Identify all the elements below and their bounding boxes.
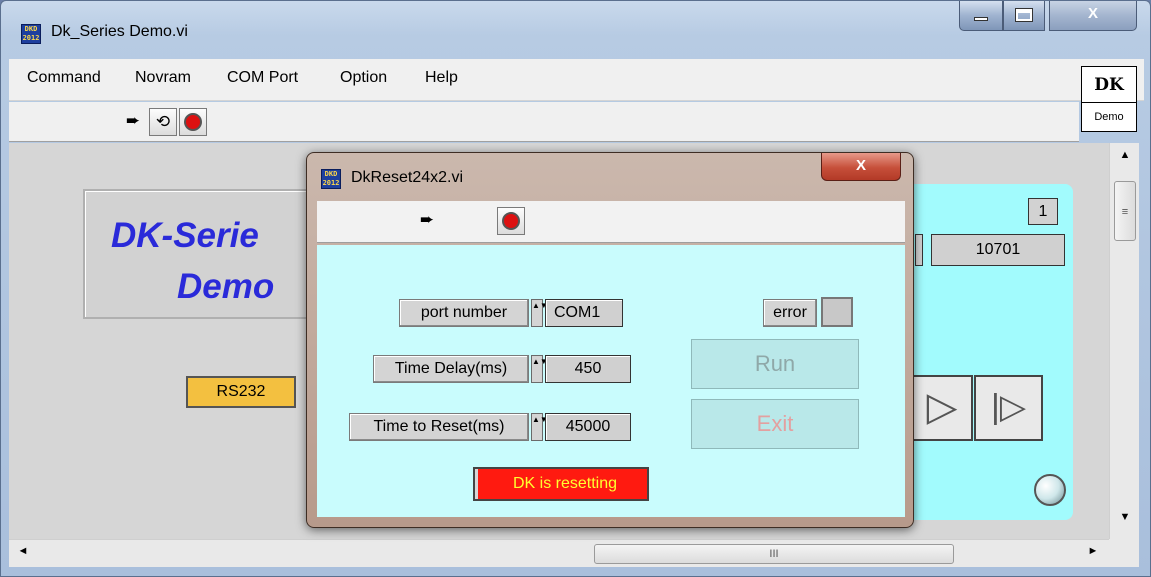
dialog-toolbar: ➨ xyxy=(317,201,905,243)
panel-title-line2: Demo xyxy=(177,267,275,306)
exit-button[interactable]: Exit xyxy=(691,399,859,449)
run-continuously-icon: ⟲ xyxy=(155,112,171,131)
close-button[interactable]: X xyxy=(1049,1,1137,31)
rs232-button[interactable]: RS232 xyxy=(186,376,296,408)
status-led-icon xyxy=(1034,474,1066,506)
port-number-spinner[interactable]: ▲▼ xyxy=(531,299,548,327)
minimize-button[interactable] xyxy=(959,1,1003,31)
numeric-display: 10701 xyxy=(931,234,1065,266)
time-delay-field[interactable]: 450 xyxy=(545,355,631,383)
error-label: error xyxy=(763,299,817,327)
scroll-up-icon[interactable]: ▲ xyxy=(1110,149,1140,171)
time-delay-spinner[interactable]: ▲▼ xyxy=(531,355,548,383)
scroll-thumb-vertical[interactable]: ≡ xyxy=(1114,181,1136,241)
scroll-left-icon[interactable]: ◄ xyxy=(13,545,33,557)
dialog-close-button[interactable]: X xyxy=(821,153,901,181)
app-icon: DKD 2012 xyxy=(21,24,41,44)
time-delay-label: Time Delay(ms) xyxy=(373,355,529,383)
dialog-title: DkReset24x2.vi xyxy=(351,169,464,186)
scroll-thumb-horizontal[interactable]: III xyxy=(594,544,954,564)
reset-status-indicator: DK is resetting xyxy=(473,467,649,501)
toolbar: ➨ ⟲ xyxy=(9,102,1079,142)
menu-com-port[interactable]: COM Port xyxy=(227,69,298,87)
step-icon: |▷ xyxy=(991,388,1026,426)
time-to-reset-spinner[interactable]: ▲▼ xyxy=(531,413,548,441)
maximize-button[interactable] xyxy=(1003,1,1045,31)
scroll-right-icon[interactable]: ► xyxy=(1083,545,1103,557)
vertical-scrollbar[interactable]: ▲ ≡ ▼ xyxy=(1109,143,1139,539)
horizontal-scrollbar[interactable]: ◄ III ► xyxy=(9,539,1109,567)
window-title: Dk_Series Demo.vi xyxy=(51,23,188,40)
scroll-down-icon[interactable]: ▼ xyxy=(1110,511,1140,533)
run-arrow-icon: ➨ xyxy=(419,210,435,229)
resize-grip-icon[interactable] xyxy=(1109,539,1139,567)
run-arrow-button[interactable]: ➨ xyxy=(119,108,147,136)
error-led-icon xyxy=(821,297,853,327)
abort-button[interactable] xyxy=(179,108,207,136)
menu-command[interactable]: Command xyxy=(27,69,101,87)
menu-novram[interactable]: Novram xyxy=(135,69,191,87)
logo-text: DK xyxy=(1082,67,1136,103)
play-icon: ▷ xyxy=(926,385,958,429)
run-continuously-button[interactable]: ⟲ xyxy=(149,108,177,136)
reset-dialog: DKD 2012 DkReset24x2.vi X ➨ port number ▲… xyxy=(306,152,914,528)
maximize-icon xyxy=(1015,8,1033,22)
menu-bar: Command Novram COM Port Option Help xyxy=(9,59,1144,101)
stop-icon xyxy=(184,113,202,131)
run-arrow-icon: ➨ xyxy=(125,111,141,130)
time-to-reset-label: Time to Reset(ms) xyxy=(349,413,529,441)
port-number-field[interactable]: COM1 xyxy=(545,299,623,327)
panel-title-line1: DK-Serie xyxy=(111,216,259,255)
stop-icon xyxy=(502,212,520,230)
dialog-abort-button[interactable] xyxy=(497,207,525,235)
vi-icon-logo: DK Demo xyxy=(1081,66,1137,132)
minimize-icon xyxy=(974,17,988,21)
close-icon: X xyxy=(1087,5,1098,22)
step-button[interactable]: |▷ xyxy=(974,375,1043,441)
play-button[interactable]: ▷ xyxy=(911,375,973,441)
close-icon: X xyxy=(855,157,866,174)
menu-option[interactable]: Option xyxy=(340,69,387,87)
time-to-reset-field[interactable]: 45000 xyxy=(545,413,631,441)
menu-help[interactable]: Help xyxy=(425,69,458,87)
logo-subtext: Demo xyxy=(1094,111,1124,123)
indicator-stub xyxy=(915,234,923,266)
port-number-label: port number xyxy=(399,299,529,327)
dialog-run-button[interactable]: ➨ xyxy=(413,207,441,235)
dialog-app-icon: DKD 2012 xyxy=(321,169,341,189)
run-button[interactable]: Run xyxy=(691,339,859,389)
channel-indicator: 1 xyxy=(1028,198,1058,225)
